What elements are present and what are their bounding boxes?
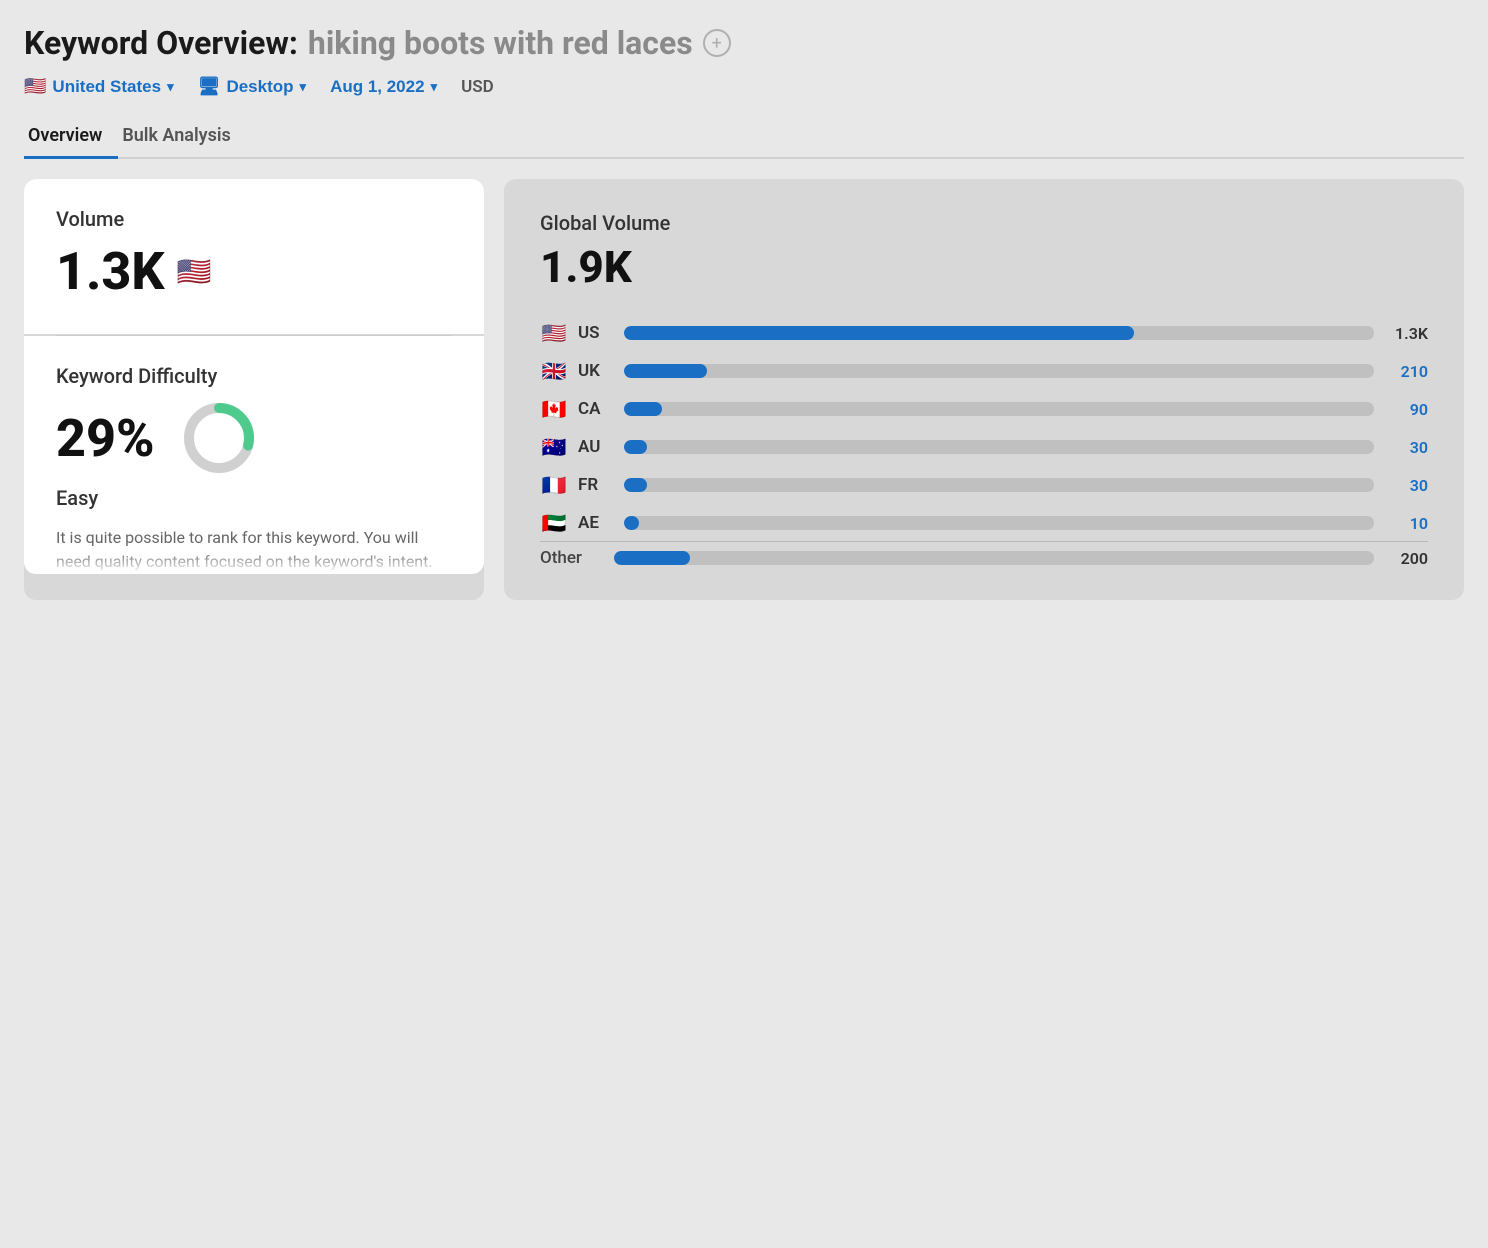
right-panel: Global Volume 1.9K 🇺🇸 US 1.3K 🇬🇧 UK 210 … [504,179,1464,600]
country-count: 30 [1384,476,1428,495]
country-code: US [578,323,614,343]
country-bar-track [624,326,1374,340]
country-rows: 🇺🇸 US 1.3K 🇬🇧 UK 210 🇨🇦 CA 90 🇦🇺 AU [540,321,1428,535]
country-flag-icon: 🇦🇺 [540,435,568,459]
country-bar-track [624,364,1374,378]
country-row: 🇨🇦 CA 90 [540,397,1428,421]
other-label: Other [540,548,604,568]
country-filter-button[interactable]: 🇺🇸 United States ▾ [24,76,174,97]
date-chevron-icon: ▾ [431,79,438,95]
kd-rating: Easy [56,486,452,510]
country-bar-fill [624,364,707,378]
country-count: 30 [1384,438,1428,457]
country-count: 90 [1384,400,1428,419]
volume-card-label: Volume [56,207,452,231]
country-count: 1.3K [1384,324,1428,343]
volume-value: 1.3K [56,241,165,302]
volume-flag-icon: 🇺🇸 [177,255,212,288]
date-filter-button[interactable]: Aug 1, 2022 ▾ [330,77,437,97]
global-volume-value: 1.9K [540,241,1428,293]
country-flag-icon: 🇫🇷 [540,473,568,497]
country-row: 🇦🇪 AE 10 [540,511,1428,535]
country-chevron-icon: ▾ [167,79,174,95]
country-flag-icon: 🇨🇦 [540,397,568,421]
other-row: Other 200 [540,548,1428,568]
volume-value-row: 1.3K 🇺🇸 [56,241,452,302]
country-flag-icon: 🇺🇸 [540,321,568,345]
kd-card-label: Keyword Difficulty [56,364,452,388]
device-filter-button[interactable]: 🖥 Desktop ▾ [198,76,306,97]
country-bar-fill [624,402,662,416]
kd-value: 29% [56,408,155,469]
us-flag-icon: 🇺🇸 [24,76,46,97]
other-bar-fill [614,551,690,565]
country-bar-track [624,478,1374,492]
page-title-static: Keyword Overview: [24,24,298,62]
country-count: 10 [1384,514,1428,533]
add-keyword-button[interactable]: + [703,29,731,57]
tab-bulk-analysis[interactable]: Bulk Analysis [118,117,246,159]
title-row: Keyword Overview: hiking boots with red … [24,24,1464,62]
tab-overview[interactable]: Overview [24,117,118,159]
kd-value-row: 29% [56,398,452,478]
country-bar-track [624,440,1374,454]
country-bar-fill [624,440,647,454]
country-row: 🇫🇷 FR 30 [540,473,1428,497]
country-row: 🇬🇧 UK 210 [540,359,1428,383]
date-label: Aug 1, 2022 [330,77,425,97]
country-code: AU [578,437,614,457]
country-row: 🇺🇸 US 1.3K [540,321,1428,345]
country-label: United States [52,77,161,97]
other-count: 200 [1384,549,1428,568]
country-code: UK [578,361,614,381]
country-code: FR [578,475,614,495]
other-divider [540,541,1428,542]
country-flag-icon: 🇦🇪 [540,511,568,535]
global-volume-label: Global Volume [540,211,1428,235]
tabs-row: Overview Bulk Analysis [24,117,1464,159]
country-bar-fill [624,478,647,492]
country-row: 🇦🇺 AU 30 [540,435,1428,459]
country-code: CA [578,399,614,419]
volume-card: Volume 1.3K 🇺🇸 [24,179,484,334]
country-code: AE [578,513,614,533]
country-bar-track [624,402,1374,416]
desktop-icon: 🖥 [198,76,221,97]
filters-row: 🇺🇸 United States ▾ 🖥 Desktop ▾ Aug 1, 20… [24,76,1464,97]
page-title-keyword: hiking boots with red laces [308,24,693,62]
other-bar-track [614,551,1374,565]
left-panel: Volume 1.3K 🇺🇸 Keyword Difficulty 29% [24,179,484,600]
device-label: Desktop [226,77,293,97]
country-count: 210 [1384,362,1428,381]
country-flag-icon: 🇬🇧 [540,359,568,383]
country-bar-fill [624,516,639,530]
header: Keyword Overview: hiking boots with red … [24,24,1464,159]
currency-label: USD [461,77,494,97]
country-bar-fill [624,326,1134,340]
kd-card: Keyword Difficulty 29% Easy It is quite … [24,336,484,574]
kd-description: It is quite possible to rank for this ke… [56,526,452,574]
kd-donut-chart [179,398,259,478]
content-area: Volume 1.3K 🇺🇸 Keyword Difficulty 29% [24,179,1464,600]
country-bar-track [624,516,1374,530]
device-chevron-icon: ▾ [300,79,307,95]
